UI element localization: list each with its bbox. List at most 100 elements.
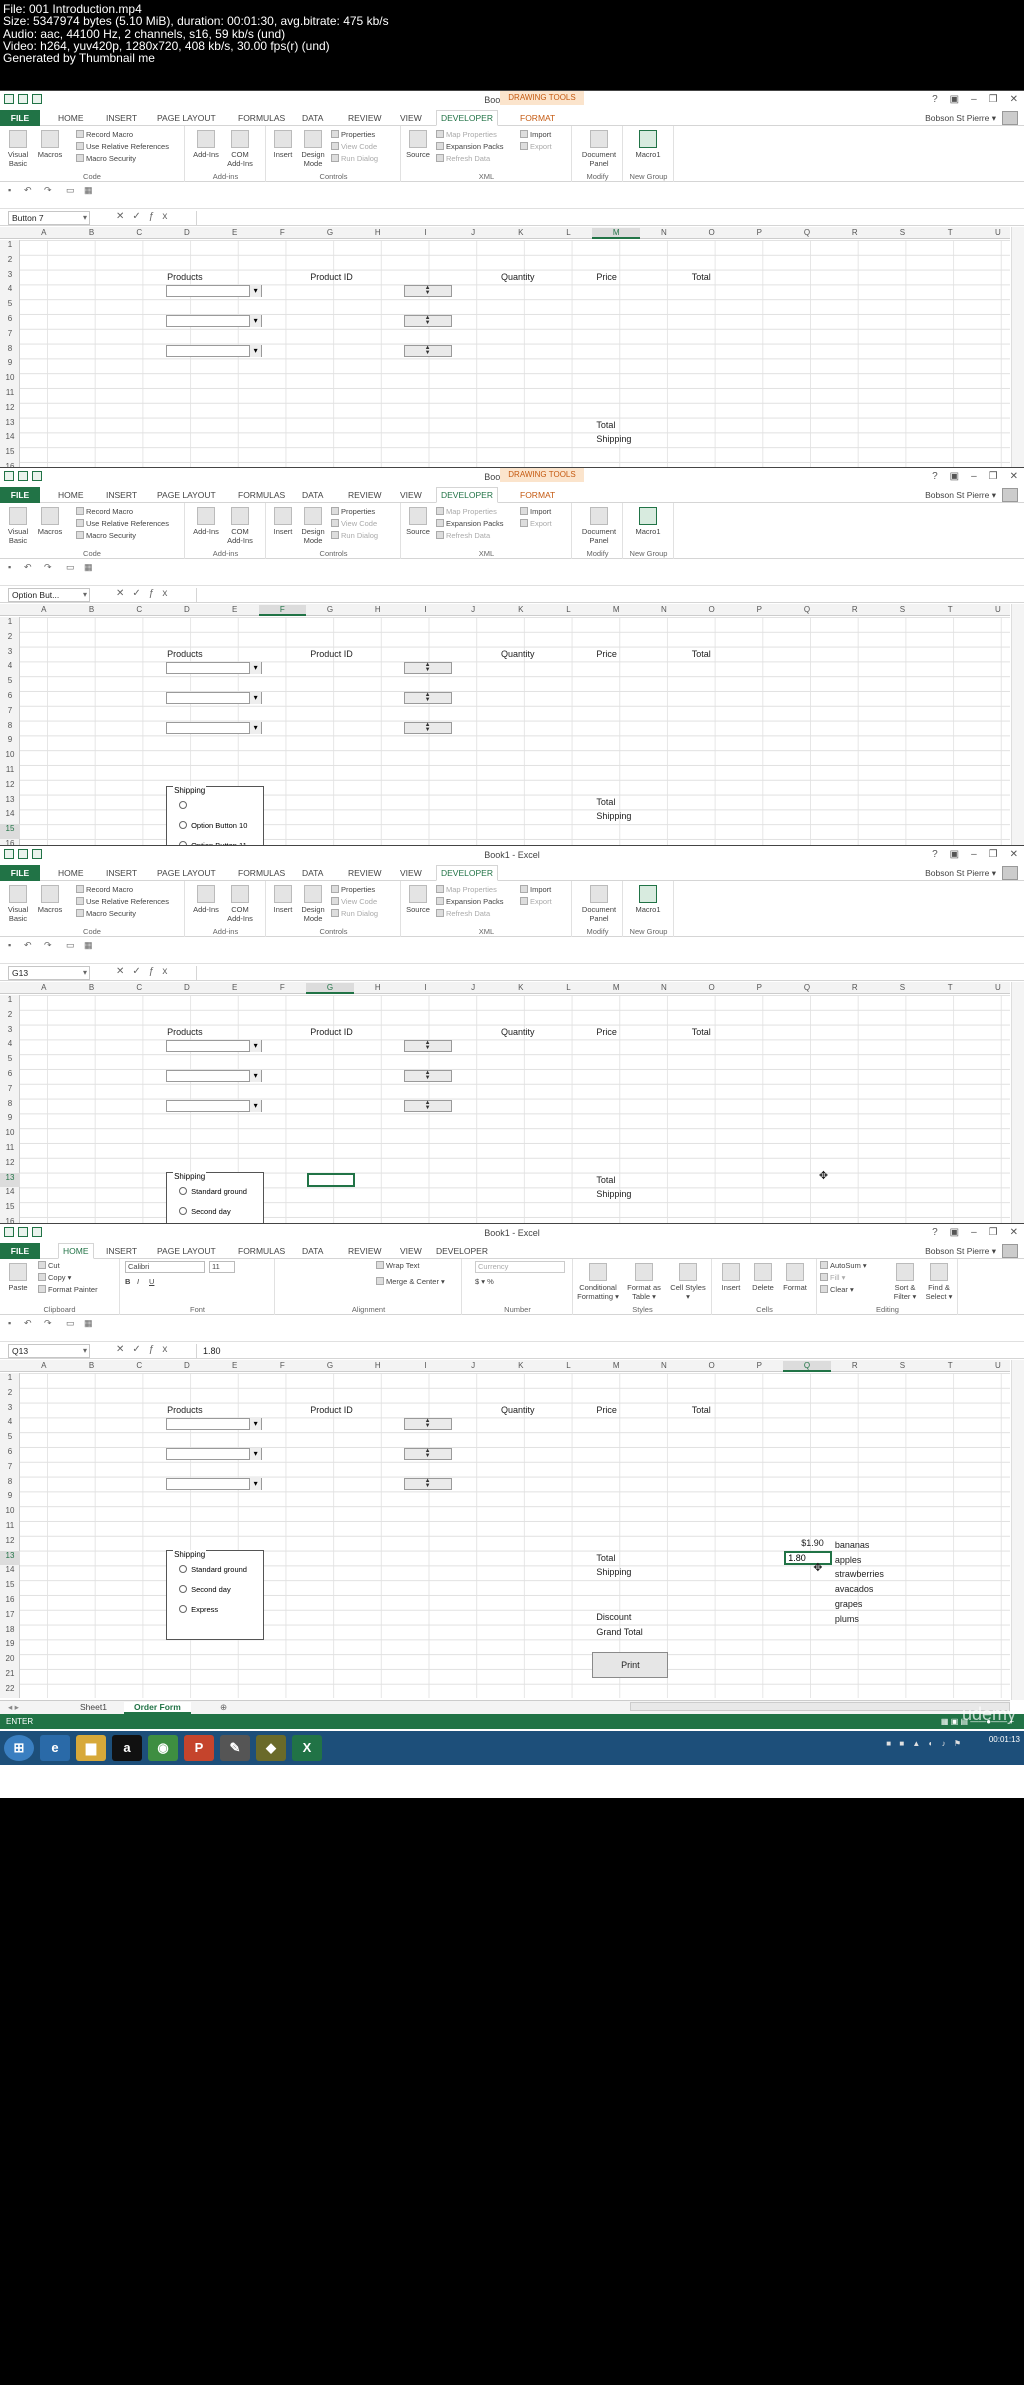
insert-control-button[interactable]: Insert: [269, 130, 297, 159]
products-combo-box[interactable]: [166, 721, 263, 734]
row-header[interactable]: 3: [0, 1025, 20, 1040]
visual-basic-button[interactable]: Visual Basic: [4, 130, 32, 168]
close-icon[interactable]: ✕: [1010, 1227, 1018, 1238]
row-header[interactable]: 16: [0, 1595, 20, 1610]
currency-format-button[interactable]: $ ▾ %: [475, 1277, 494, 1286]
run-dialog-button[interactable]: Run Dialog: [331, 531, 378, 540]
format-painter-button[interactable]: Format Painter: [38, 1285, 98, 1294]
save-icon[interactable]: ▪: [8, 940, 11, 950]
source-button[interactable]: Source: [404, 885, 432, 914]
column-header[interactable]: J: [449, 983, 497, 992]
add-sheet-icon[interactable]: ⊕: [220, 1702, 227, 1713]
name-box[interactable]: G13: [8, 966, 90, 980]
close-icon[interactable]: ✕: [1010, 471, 1018, 482]
row-header[interactable]: 7: [0, 1084, 20, 1099]
tab-formulas[interactable]: FORMULAS: [238, 490, 285, 500]
row-header[interactable]: 12: [0, 403, 20, 418]
tab-page-layout[interactable]: PAGE LAYOUT: [157, 868, 216, 878]
row-header[interactable]: 9: [0, 735, 20, 750]
avatar[interactable]: [1002, 111, 1018, 125]
map-properties-button[interactable]: Map Properties: [436, 130, 497, 139]
record-macro-button[interactable]: Record Macro: [76, 507, 133, 516]
macro1-button[interactable]: Macro1: [634, 130, 662, 159]
column-header[interactable]: J: [449, 1361, 497, 1370]
tab-developer[interactable]: DEVELOPER: [436, 110, 498, 126]
column-header[interactable]: H: [354, 1361, 402, 1370]
formula-buttons[interactable]: ✕✓ƒx: [116, 966, 175, 977]
properties-button[interactable]: Properties: [331, 885, 375, 894]
products-combo-box[interactable]: [166, 315, 263, 327]
macro-security-button[interactable]: Macro Security: [76, 909, 136, 918]
column-header[interactable]: K: [497, 605, 545, 614]
macro1-button[interactable]: Macro1: [634, 885, 662, 914]
column-header[interactable]: C: [115, 983, 163, 992]
column-header[interactable]: C: [115, 228, 163, 237]
quantity-spin-button[interactable]: ▲ ▼: [403, 1070, 452, 1082]
tab-file[interactable]: FILE: [0, 110, 40, 126]
tab-home[interactable]: HOME: [58, 113, 84, 123]
restore-icon[interactable]: ❐: [989, 94, 998, 105]
row-header[interactable]: 9: [0, 1491, 20, 1506]
row-header[interactable]: 13: [0, 418, 20, 433]
column-header[interactable]: B: [68, 1361, 116, 1370]
products-combo-box[interactable]: [166, 692, 263, 704]
close-icon[interactable]: ✕: [1010, 849, 1018, 860]
row-header[interactable]: 6: [0, 314, 20, 329]
insert-control-button[interactable]: Insert: [269, 507, 297, 536]
row-header[interactable]: 13: [0, 1172, 20, 1188]
import-button[interactable]: Import: [520, 507, 551, 516]
chrome-icon[interactable]: ◉: [148, 1735, 178, 1761]
font-name-select[interactable]: Calibri: [125, 1261, 205, 1273]
macros-button[interactable]: Macros: [36, 885, 64, 914]
row-header[interactable]: 15: [0, 824, 20, 839]
row-header[interactable]: 10: [0, 373, 20, 388]
row-header[interactable]: 5: [0, 299, 20, 314]
row-header[interactable]: 1: [0, 1373, 20, 1388]
expansion-packs-button[interactable]: Expansion Packs: [436, 142, 504, 151]
row-header[interactable]: 8: [0, 344, 20, 359]
amazon-icon[interactable]: a: [112, 1735, 142, 1761]
autosum-button[interactable]: AutoSum ▾: [820, 1261, 867, 1270]
column-header[interactable]: M: [592, 228, 641, 239]
source-button[interactable]: Source: [404, 130, 432, 159]
ribbon-options-icon[interactable]: ▣: [950, 1227, 959, 1238]
ribbon-options-icon[interactable]: ▣: [950, 471, 959, 482]
restore-icon[interactable]: ❐: [989, 1227, 998, 1238]
column-header[interactable]: F: [259, 983, 307, 992]
column-header[interactable]: D: [163, 228, 211, 237]
column-header[interactable]: I: [402, 605, 450, 614]
tab-data[interactable]: DATA: [302, 113, 323, 123]
row-header[interactable]: 7: [0, 706, 20, 721]
row-header[interactable]: 8: [0, 721, 20, 736]
products-combo-box[interactable]: [166, 1448, 263, 1460]
tab-developer[interactable]: DEVELOPER: [436, 865, 498, 881]
column-header[interactable]: S: [879, 228, 927, 237]
row-header[interactable]: 14: [0, 432, 20, 447]
tab-review[interactable]: REVIEW: [348, 490, 382, 500]
com-add-ins-button[interactable]: COM Add-Ins: [226, 130, 254, 168]
column-header[interactable]: M: [592, 605, 640, 614]
column-header[interactable]: D: [163, 1361, 211, 1370]
row-header[interactable]: 3: [0, 270, 20, 285]
quantity-spin-button[interactable]: ▲ ▼: [403, 315, 452, 327]
tab-data[interactable]: DATA: [302, 868, 323, 878]
visual-basic-button[interactable]: Visual Basic: [4, 507, 32, 545]
column-header[interactable]: C: [115, 1361, 163, 1370]
tab-insert[interactable]: INSERT: [106, 490, 137, 500]
save-icon[interactable]: ▪: [8, 1318, 11, 1328]
column-header[interactable]: P: [736, 983, 784, 992]
help-icon[interactable]: ?: [932, 849, 938, 860]
sheet-nav-icon[interactable]: ◂ ▸: [8, 1702, 19, 1713]
fill-button[interactable]: Fill ▾: [820, 1273, 845, 1282]
column-header[interactable]: K: [497, 228, 545, 237]
column-header[interactable]: P: [736, 605, 784, 614]
column-header[interactable]: G: [306, 605, 354, 614]
row-header[interactable]: 15: [0, 1580, 20, 1595]
help-icon[interactable]: ?: [932, 471, 938, 482]
column-header[interactable]: L: [545, 605, 593, 614]
products-combo-box[interactable]: [166, 1040, 263, 1053]
close-icon[interactable]: ✕: [1010, 94, 1018, 105]
cut-button[interactable]: Cut: [38, 1261, 60, 1270]
ribbon-options-icon[interactable]: ▣: [950, 849, 959, 860]
horizontal-scrollbar[interactable]: [630, 1702, 1010, 1711]
